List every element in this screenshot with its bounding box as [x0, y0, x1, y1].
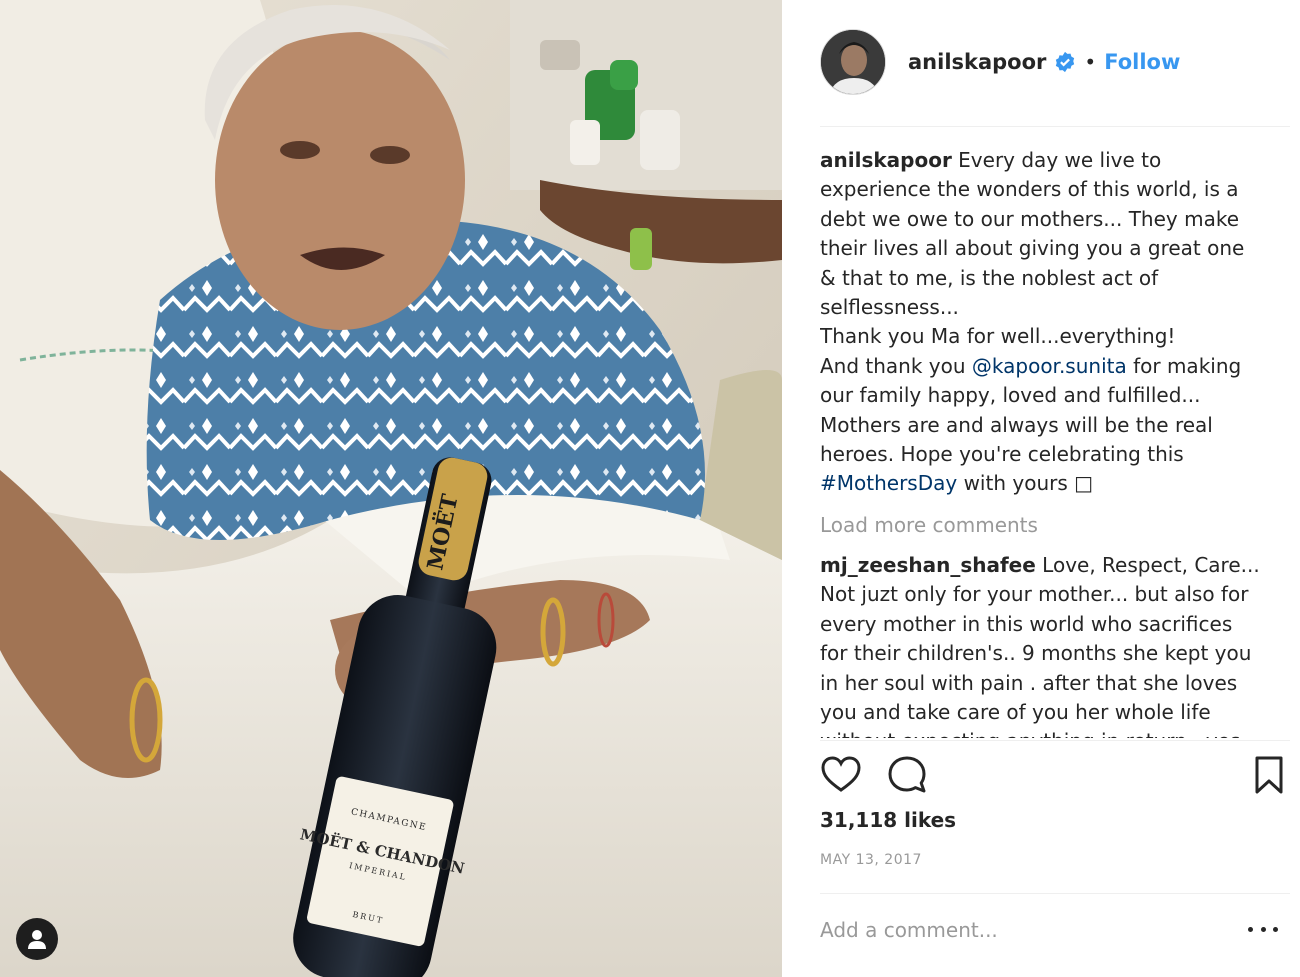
divider — [820, 126, 1290, 127]
caption-text-2: Thank you Ma for well...everything! — [820, 324, 1176, 349]
follow-button[interactable]: Follow — [1104, 50, 1180, 74]
post-caption: anilskapoor Every day we live to experie… — [820, 146, 1260, 499]
comment-icon[interactable] — [886, 754, 928, 796]
post-date: MAY 13, 2017 — [820, 852, 922, 868]
divider — [820, 740, 1290, 741]
comments-list[interactable]: anilskapoor Every day we live to experie… — [820, 146, 1260, 738]
post-sidebar: anilskapoor • Follow anilskapoor Every d… — [782, 0, 1300, 977]
caption-text-3: And thank you — [820, 353, 972, 378]
user-tag-icon — [28, 930, 46, 949]
caption-text-1: Every day we live to experience the wond… — [820, 148, 1245, 320]
bookmark-icon[interactable] — [1248, 754, 1290, 796]
hashtag-link[interactable]: #MothersDay — [820, 471, 957, 495]
comment-username[interactable]: mj_zeeshan_shafee — [820, 553, 1036, 577]
divider — [820, 893, 1290, 894]
photo-illustration: MOËT CHAMPAGNE MOËT & CHANDON IMPERIAL B… — [0, 0, 782, 977]
mention-link[interactable]: @kapoor.sunita — [972, 354, 1127, 378]
load-more-comments[interactable]: Load more comments — [820, 511, 1260, 539]
caption-text-end: with yours □ — [957, 471, 1094, 496]
comment-text: Love, Respect, Care... Not juzt only for… — [820, 552, 1260, 738]
avatar-image — [821, 30, 885, 94]
caption-username[interactable]: anilskapoor — [820, 148, 952, 172]
like-count[interactable]: 31,118 likes — [820, 808, 956, 832]
verified-badge-icon — [1054, 51, 1076, 73]
avatar[interactable] — [820, 29, 886, 95]
header-username[interactable]: anilskapoor — [908, 50, 1046, 74]
post-photo[interactable]: MOËT CHAMPAGNE MOËT & CHANDON IMPERIAL B… — [0, 0, 782, 977]
list-item: mj_zeeshan_shafee Love, Respect, Care...… — [820, 551, 1260, 738]
action-bar — [820, 754, 1290, 798]
heart-icon[interactable] — [820, 754, 862, 796]
post-header: anilskapoor • Follow — [820, 28, 1290, 96]
add-comment-input[interactable] — [820, 910, 1240, 950]
more-options-icon[interactable] — [1248, 916, 1278, 942]
separator-dot: • — [1084, 50, 1097, 74]
user-tag-button[interactable] — [16, 918, 58, 960]
